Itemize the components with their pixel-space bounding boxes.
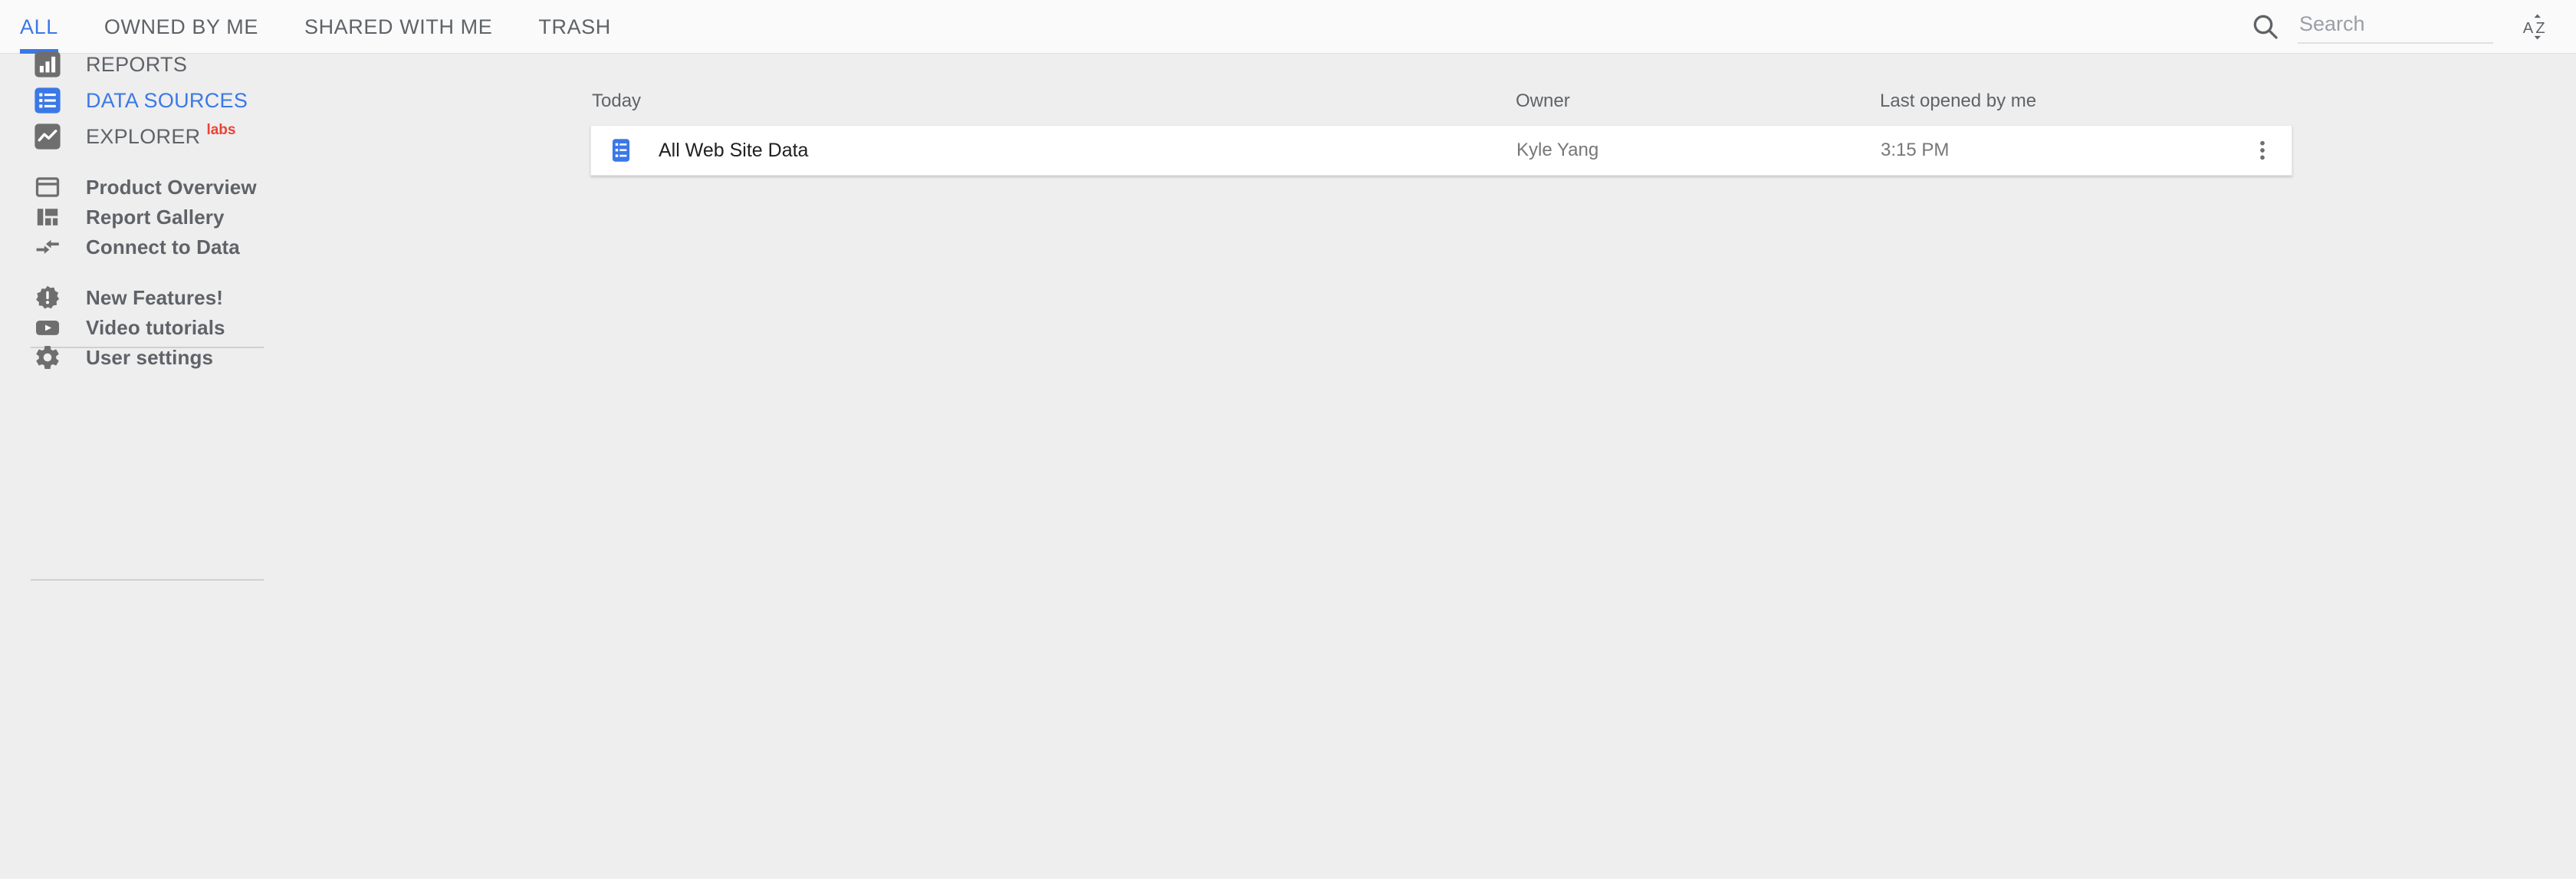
search-container <box>2250 4 2493 50</box>
row-last-opened: 3:15 PM <box>1881 140 1950 160</box>
sort-alpha-az-icon: A Z <box>2523 14 2545 40</box>
explorer-labs-badge: labs <box>206 121 236 138</box>
connect-arrows-icon <box>32 232 63 262</box>
tab-all-label: ALL <box>20 15 58 38</box>
column-header-owner: Owner <box>1516 91 1570 111</box>
search-area: A Z <box>2250 0 2576 54</box>
more-vert-icon <box>2260 140 2265 160</box>
row-more-options-button[interactable] <box>2241 129 2284 172</box>
column-header-group: Today <box>592 91 642 111</box>
tab-shared-with-me[interactable]: SHARED WITH ME <box>281 0 515 54</box>
sidebar-item-explorer-text: EXPLORER labs <box>86 121 236 149</box>
sidebar-divider-bottom <box>31 579 264 581</box>
sidebar-item-connect-to-data[interactable]: Connect to Data <box>0 222 284 272</box>
search-input[interactable] <box>2298 10 2493 44</box>
svg-text:Z: Z <box>2535 20 2545 37</box>
svg-text:A: A <box>2523 20 2534 37</box>
row-owner: Kyle Yang <box>1516 140 1599 160</box>
top-bar: ALL OWNED BY ME SHARED WITH ME TRASH Sea… <box>0 0 2576 54</box>
column-headers: Today Owner Last opened by me <box>284 91 2576 114</box>
gear-icon <box>32 342 63 373</box>
sidebar: REPORTS DATA SOURCES EXPLORER labs Produ… <box>0 51 284 879</box>
search-icon[interactable] <box>2250 12 2281 42</box>
sidebar-item-connect-to-data-label: Connect to Data <box>86 235 240 258</box>
sidebar-item-explorer[interactable]: EXPLORER labs <box>0 112 284 161</box>
sidebar-item-data-sources-label: DATA SOURCES <box>86 88 248 112</box>
data-source-list-icon <box>32 85 63 116</box>
tab-owned-by-me-label: OWNED BY ME <box>104 15 258 38</box>
sidebar-item-explorer-label: EXPLORER <box>86 124 201 148</box>
row-title: All Web Site Data <box>659 139 809 161</box>
sort-az-button[interactable]: A Z <box>2516 6 2558 48</box>
tab-shared-with-me-label: SHARED WITH ME <box>304 15 493 38</box>
sidebar-item-reports-label: REPORTS <box>86 52 188 76</box>
sidebar-item-user-settings[interactable]: User settings <box>0 333 284 382</box>
data-source-list-icon <box>608 137 634 163</box>
sidebar-item-reports-text: REPORTS <box>86 53 187 77</box>
sidebar-item-user-settings-label: User settings <box>86 345 214 369</box>
column-header-last-opened: Last opened by me <box>1880 91 2037 111</box>
trend-line-icon <box>32 121 63 152</box>
table-row[interactable]: All Web Site Data Kyle Yang 3:15 PM <box>590 125 2292 176</box>
tab-trash[interactable]: TRASH <box>515 0 634 54</box>
tab-trash-label: TRASH <box>538 15 611 38</box>
bar-chart-icon <box>32 49 63 80</box>
sidebar-item-data-sources-text: DATA SOURCES <box>86 89 248 113</box>
main-content: Today Owner Last opened by me All Web Si… <box>284 54 2576 879</box>
